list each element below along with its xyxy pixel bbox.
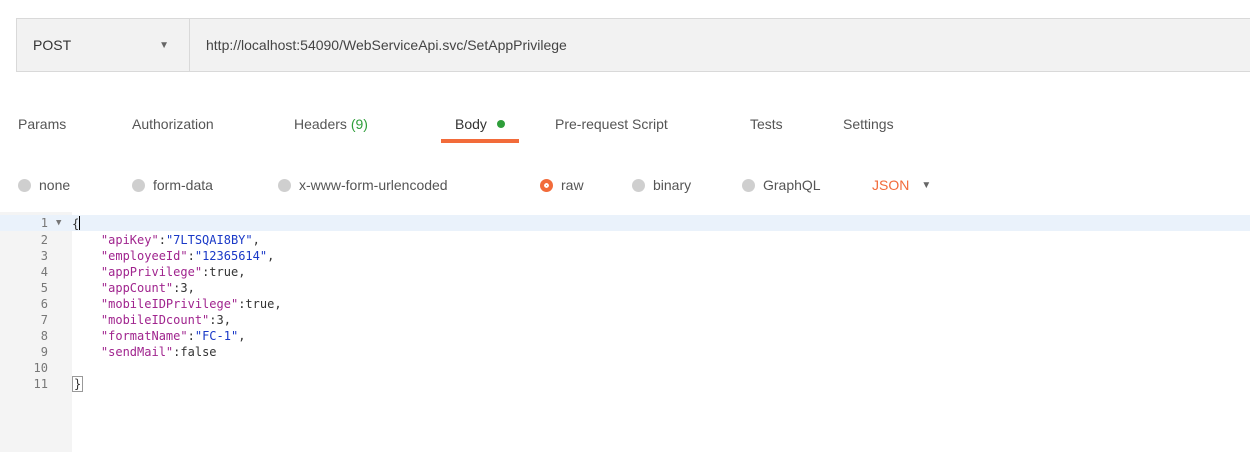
code-line: 3 "employeeId":"12365614", [0,248,1250,264]
code-line: 11 } [0,376,1250,392]
line-number: 3 [40,249,48,263]
line-number: 10 [33,361,48,375]
method-label: POST [33,37,72,53]
radio-circle-icon [278,178,291,192]
request-bar: POST ▼ http://localhost:54090/WebService… [16,18,1250,72]
json-value: true [245,297,275,311]
radio-selected-icon [540,178,553,192]
radio-label: form-data [153,177,213,193]
open-brace: { [72,216,80,231]
line-number: 11 [33,377,48,391]
json-value: "7LTSQAI8BY" [165,233,253,247]
radio-circle-icon [18,178,31,192]
json-value: "FC-1" [194,329,239,343]
radio-circle-icon [132,178,145,192]
json-key: "mobileIDcount" [100,313,210,327]
tab-label: Body [455,116,487,132]
body-status-dot-icon [496,120,505,128]
radio-label: x-www-form-urlencoded [299,177,448,193]
tab-label: Authorization [132,116,214,132]
chevron-down-icon: ▼ [159,39,169,51]
json-value: 3 [180,281,188,295]
json-value: true [209,265,239,279]
code-line: 6 "mobileIDPrivilege":true, [0,296,1250,312]
code-line: 4 "appPrivilege":true, [0,264,1250,280]
json-key: "appPrivilege" [100,265,203,279]
tab-params[interactable]: Params [18,106,66,132]
json-key: "mobileIDPrivilege" [100,297,239,311]
line-number: 6 [40,297,48,311]
radio-label: none [39,177,71,193]
line-number: 9 [40,345,48,359]
line-number: 7 [40,313,48,327]
code-line: 8 "formatName":"FC-1", [0,328,1250,344]
radio-none[interactable]: none [18,177,70,193]
radio-label: GraphQL [763,177,821,193]
radio-circle-icon [742,178,755,192]
text-cursor [79,215,81,230]
tab-label: Pre-request Script [555,116,668,132]
tab-label: Params [18,116,67,132]
json-key: "appCount" [100,281,174,295]
line-number: 5 [40,281,48,295]
json-value: 3 [216,313,224,327]
body-type-selector: none form-data x-www-form-urlencoded raw… [0,166,1250,204]
json-value: false [180,345,217,359]
radio-label: binary [653,177,692,193]
url-input[interactable]: http://localhost:54090/WebServiceApi.svc… [190,37,1250,53]
code-line: 7 "mobileIDcount":3, [0,312,1250,328]
line-number: 8 [40,329,48,343]
tab-label: Settings [843,116,894,132]
radio-graphql[interactable]: GraphQL [742,177,821,193]
code-line: 9 "sendMail":false [0,344,1250,360]
code-line: 2 "apiKey":"7LTSQAI8BY", [0,232,1250,248]
method-select[interactable]: POST ▼ [17,19,190,71]
line-number: 1 [40,216,48,230]
tab-settings[interactable]: Settings [843,106,894,132]
tab-authorization[interactable]: Authorization [132,106,214,132]
json-key: "formatName" [100,329,188,343]
code-editor[interactable]: 1 ▼ { 2 "apiKey":"7LTSQAI8BY", 3 "employ… [0,212,1250,452]
json-value: "12365614" [194,249,268,263]
tab-tests[interactable]: Tests [750,106,783,132]
radio-raw[interactable]: raw [540,177,584,193]
radio-form-data[interactable]: form-data [132,177,213,193]
format-select[interactable]: JSON ▼ [872,177,931,193]
line-number: 2 [40,233,48,247]
tab-pre-request-script[interactable]: Pre-request Script [555,106,668,132]
format-label: JSON [872,177,910,193]
radio-label: raw [561,177,584,193]
close-brace: } [72,376,84,392]
active-tab-indicator [441,139,519,143]
radio-binary[interactable]: binary [632,177,691,193]
line-number: 4 [40,265,48,279]
tab-body[interactable]: Body [441,106,519,143]
json-key: "employeeId" [100,249,188,263]
tab-label: Headers [294,116,347,132]
chevron-down-icon: ▼ [921,179,932,191]
request-tabs: Params Authorization Headers (9) Body Pr… [0,106,1250,152]
code-line: 1 ▼ { [0,215,1250,231]
headers-count-badge: (9) [350,116,368,132]
fold-toggle-icon[interactable]: ▼ [52,218,68,228]
code-line: 10 [0,360,1250,376]
radio-x-www-form-urlencoded[interactable]: x-www-form-urlencoded [278,177,448,193]
json-key: "sendMail" [100,345,174,359]
tab-label: Tests [750,116,783,132]
radio-circle-icon [632,178,645,192]
json-key: "apiKey" [100,233,159,247]
tab-headers[interactable]: Headers (9) [294,106,368,132]
code-line: 5 "appCount":3, [0,280,1250,296]
